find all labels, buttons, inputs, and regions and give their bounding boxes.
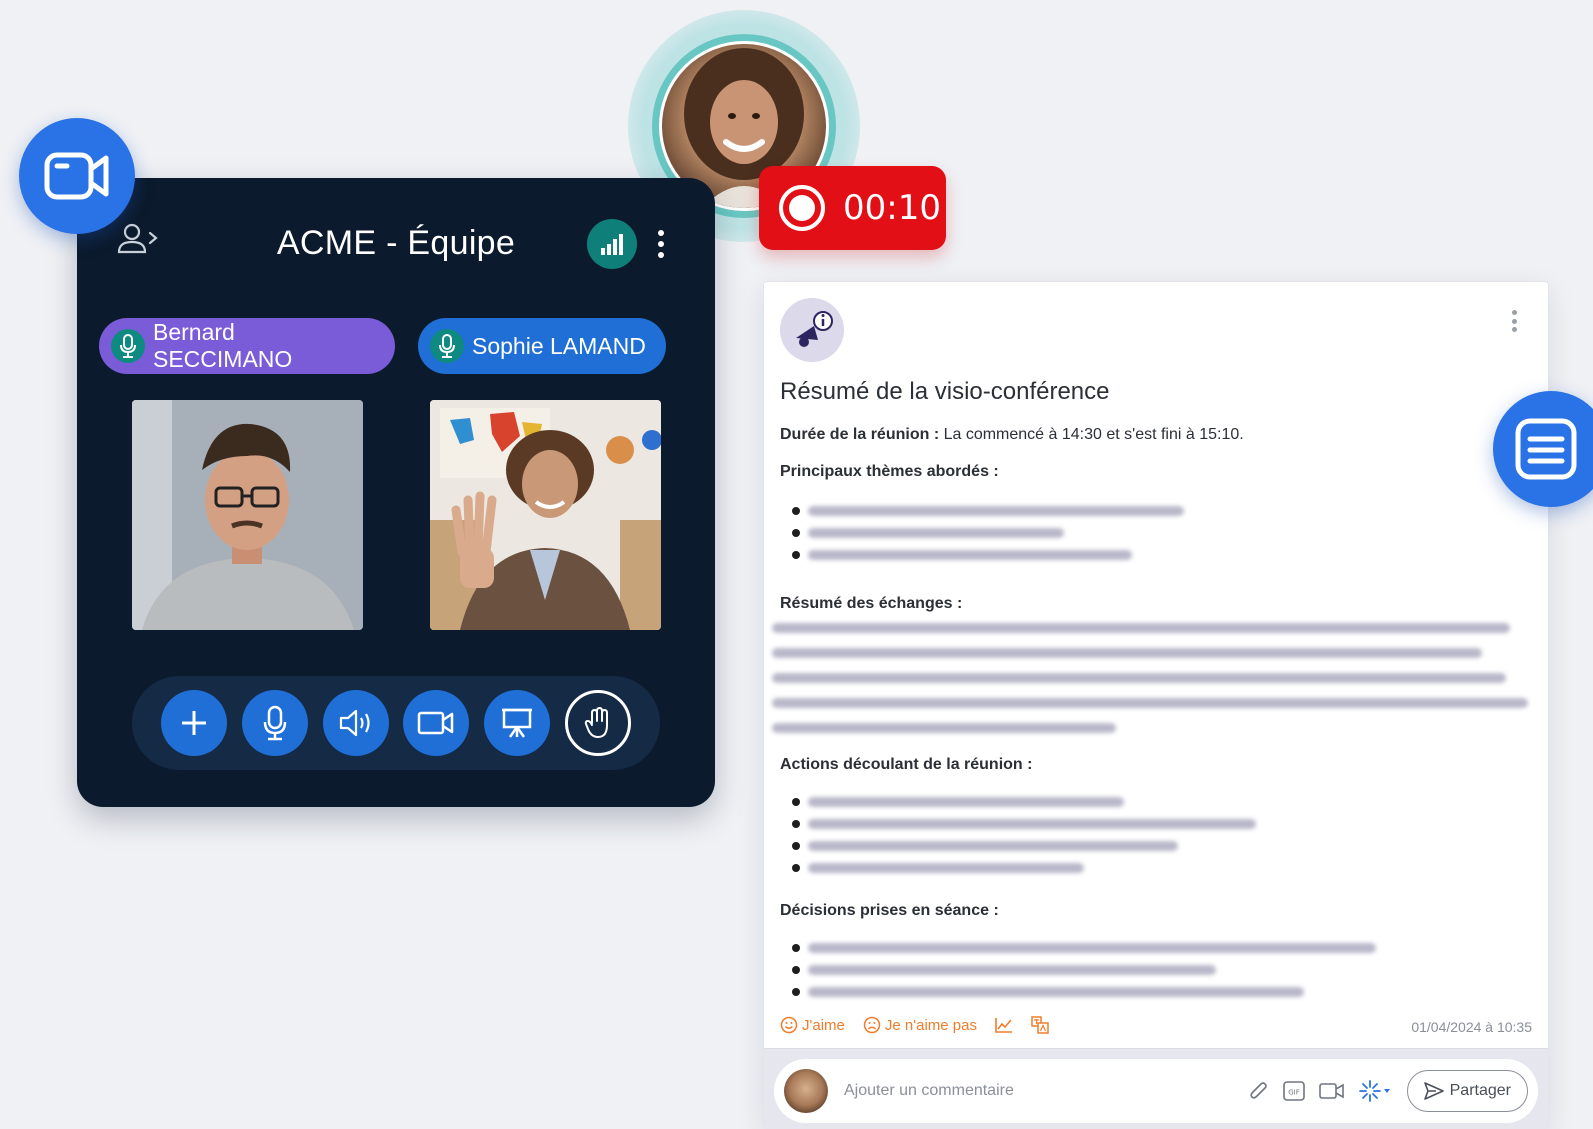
more-options-icon[interactable] xyxy=(653,226,669,262)
chart-trend-icon xyxy=(995,1018,1012,1033)
camera-icon xyxy=(418,711,454,735)
bullet xyxy=(792,507,800,515)
card-more-options-icon[interactable] xyxy=(1512,310,1518,332)
bullet xyxy=(792,529,800,537)
bullet xyxy=(792,798,800,806)
video-camera-icon xyxy=(44,152,109,200)
like-label: J'aime xyxy=(802,1016,845,1034)
speaker-button[interactable] xyxy=(322,690,389,756)
exchanges-heading: Résumé des échanges : xyxy=(780,595,963,612)
redacted-line xyxy=(808,863,1084,873)
speaker-icon xyxy=(339,709,370,737)
redacted-line xyxy=(772,698,1528,708)
assistant-logo-icon xyxy=(780,298,844,362)
redacted-line xyxy=(808,506,1184,516)
microphone-icon xyxy=(430,329,464,363)
bullet xyxy=(792,820,800,828)
microphone-icon xyxy=(111,329,145,363)
bullet xyxy=(792,944,800,952)
video-call-badge xyxy=(19,118,135,234)
bullet xyxy=(792,551,800,559)
decisions-heading: Décisions prises en séance : xyxy=(780,902,999,919)
plus-icon xyxy=(181,711,206,735)
frown-icon xyxy=(863,1016,881,1034)
redacted-line xyxy=(772,673,1506,683)
actions-heading: Actions découlant de la réunion : xyxy=(780,756,1033,773)
svg-text:GIF: GIF xyxy=(1288,1089,1300,1097)
share-label: Partager xyxy=(1449,1082,1511,1099)
redacted-line xyxy=(808,550,1132,560)
meeting-summary-card: Résumé de la visio-conférence Durée de l… xyxy=(763,281,1549,1129)
comment-input[interactable]: Ajouter un commentaire GIF Partager xyxy=(774,1059,1538,1123)
record-icon xyxy=(779,185,825,231)
redacted-line xyxy=(772,623,1510,633)
reaction-bar: J'aime Je n'aime pas xyxy=(780,1016,1067,1034)
paperclip-icon[interactable] xyxy=(1249,1080,1269,1102)
video-icon[interactable] xyxy=(1318,1082,1345,1100)
add-participant-button[interactable] xyxy=(160,690,227,756)
dislike-label: Je n'aime pas xyxy=(884,1016,977,1034)
redacted-line xyxy=(808,797,1124,807)
signal-strength-button[interactable] xyxy=(587,219,637,269)
microphone-button[interactable] xyxy=(241,690,308,756)
video-call-panel: ACME - Équipe Bernard SECCIMANO Sophie L… xyxy=(77,178,715,807)
redacted-line xyxy=(808,528,1064,538)
raise-hand-button[interactable] xyxy=(565,690,632,756)
summary-title: Résumé de la visio-conférence xyxy=(780,378,1110,405)
user-avatar xyxy=(784,1069,828,1113)
send-icon xyxy=(1423,1082,1444,1100)
gif-icon[interactable]: GIF xyxy=(1282,1081,1305,1101)
translate-button[interactable] xyxy=(1031,1016,1049,1034)
bullet xyxy=(792,966,800,974)
smile-icon xyxy=(780,1016,798,1034)
participant-pill-sophie[interactable]: Sophie LAMAND xyxy=(418,318,666,374)
share-button[interactable]: Partager xyxy=(1406,1070,1528,1112)
duration-text: La commencé à 14:30 et s'est fini à 15:1… xyxy=(939,426,1244,443)
notes-list-icon xyxy=(1515,418,1577,480)
duration-label: Durée de la réunion : xyxy=(780,426,940,443)
redacted-line xyxy=(772,723,1116,733)
bullet xyxy=(792,864,800,872)
participant-name: Bernard SECCIMANO xyxy=(153,319,293,372)
raise-hand-icon xyxy=(584,707,609,738)
redacted-line xyxy=(772,648,1482,658)
meeting-duration: Durée de la réunion : La commencé à 14:3… xyxy=(780,426,1244,444)
recording-timer: 00:10 xyxy=(759,166,946,250)
translate-icon xyxy=(1031,1016,1049,1034)
participant-pill-bernard[interactable]: Bernard SECCIMANO xyxy=(99,318,395,374)
video-tile-bernard[interactable] xyxy=(132,400,363,630)
camera-button[interactable] xyxy=(403,690,470,756)
sparkle-dropdown-icon[interactable] xyxy=(1358,1080,1391,1102)
redacted-line xyxy=(808,841,1178,851)
stats-button[interactable] xyxy=(995,1017,1013,1033)
redacted-line xyxy=(808,943,1376,953)
screen-share-button[interactable] xyxy=(484,690,551,756)
like-button[interactable]: J'aime xyxy=(780,1016,845,1034)
post-timestamp: 01/04/2024 à 10:35 xyxy=(1411,1019,1532,1035)
comment-bar: Ajouter un commentaire GIF Partager xyxy=(764,1048,1548,1129)
bullet xyxy=(792,988,800,996)
video-tile-sophie[interactable] xyxy=(430,400,661,630)
recording-time: 00:10 xyxy=(843,188,941,228)
redacted-line xyxy=(808,819,1256,829)
redacted-line xyxy=(808,987,1304,997)
participant-name: Sophie LAMAND xyxy=(472,332,646,359)
comment-placeholder[interactable]: Ajouter un commentaire xyxy=(844,1082,1249,1100)
call-controls-bar xyxy=(132,676,660,770)
themes-heading: Principaux thèmes abordés : xyxy=(780,463,999,480)
presentation-icon xyxy=(502,708,533,738)
comment-tools: GIF xyxy=(1249,1080,1391,1102)
bullet xyxy=(792,842,800,850)
microphone-icon xyxy=(263,705,286,741)
signal-bars-icon xyxy=(601,234,623,255)
dislike-button[interactable]: Je n'aime pas xyxy=(863,1016,977,1034)
redacted-line xyxy=(808,965,1216,975)
